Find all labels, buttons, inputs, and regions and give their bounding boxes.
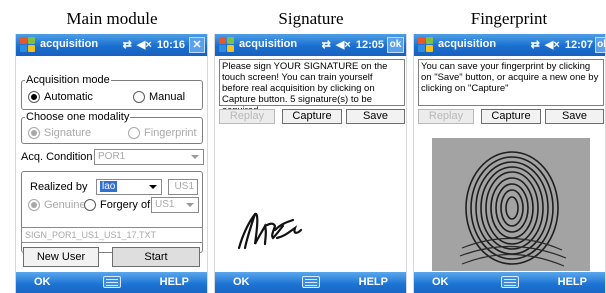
title-bar: acquisition ⇄ ◀× 12:05 ok bbox=[215, 34, 406, 56]
radio-selected-icon bbox=[28, 127, 40, 139]
speaker-icon: ◀× bbox=[544, 39, 560, 51]
title-bar: acquisition ⇄ ◀× 10:16 ✕ bbox=[16, 34, 207, 56]
clock: 12:07 bbox=[564, 39, 593, 51]
fingerprint-ridges bbox=[432, 138, 590, 271]
radio-empty-icon bbox=[128, 127, 140, 139]
help-softkey[interactable]: HELP bbox=[359, 276, 388, 288]
instructions-text: You can save your fingerprint by clickin… bbox=[418, 59, 604, 106]
heading-main-module: Main module bbox=[66, 9, 158, 28]
ok-softkey[interactable]: OK bbox=[233, 276, 250, 288]
soft-key-bar: OK HELP bbox=[16, 272, 207, 293]
keyboard-icon[interactable] bbox=[500, 276, 519, 288]
keyboard-icon[interactable] bbox=[102, 276, 121, 288]
radio-signature-label: Signature bbox=[44, 127, 92, 139]
start-button[interactable]: Start bbox=[112, 247, 200, 267]
radio-forgery[interactable]: Forgery of bbox=[84, 199, 150, 211]
save-button[interactable]: Save bbox=[545, 109, 604, 124]
signal-icon: ⇄ bbox=[530, 39, 540, 51]
radio-selected-icon bbox=[28, 91, 40, 103]
condition-value: POR1 bbox=[98, 151, 126, 162]
radio-empty-icon bbox=[133, 91, 145, 103]
soft-key-bar: OK HELP bbox=[215, 272, 406, 293]
app-title: acquisition bbox=[40, 38, 99, 50]
radio-automatic-label: Automatic bbox=[44, 91, 93, 103]
radio-genuine-label: Genuine bbox=[44, 199, 86, 211]
signature-stroke bbox=[237, 212, 303, 250]
heading-fingerprint: Fingerprint bbox=[470, 9, 548, 28]
realized-by-value: lao bbox=[100, 181, 118, 192]
realized-by-label: Realized by bbox=[30, 181, 88, 193]
ok-softkey[interactable]: OK bbox=[432, 276, 449, 288]
status-area[interactable]: ⇄ ◀× 10:16 bbox=[121, 38, 185, 51]
radio-selected-icon bbox=[28, 199, 40, 211]
heading-signature: Signature bbox=[278, 9, 344, 28]
ok-button[interactable]: ok bbox=[387, 37, 404, 53]
app-title: acquisition bbox=[239, 38, 298, 50]
signature-screen: acquisition ⇄ ◀× 12:05 ok Please sign YO… bbox=[214, 34, 407, 293]
clock: 10:16 bbox=[156, 39, 185, 51]
replay-button[interactable]: Replay bbox=[219, 109, 275, 124]
radio-empty-icon bbox=[84, 199, 96, 211]
forgery-value: US1 bbox=[155, 199, 175, 210]
acquisition-mode-legend: Acquisition mode bbox=[26, 74, 110, 86]
chevron-down-icon bbox=[186, 203, 194, 207]
soft-key-bar: OK HELP bbox=[414, 272, 605, 293]
forgery-select[interactable]: US1 bbox=[151, 197, 199, 213]
main-module-screen: acquisition ⇄ ◀× 10:16 ✕ Acquisition mod… bbox=[15, 34, 208, 293]
help-softkey[interactable]: HELP bbox=[558, 276, 587, 288]
ok-button[interactable]: ok bbox=[595, 37, 605, 53]
replay-button[interactable]: Replay bbox=[418, 109, 474, 124]
chevron-down-icon bbox=[191, 155, 199, 159]
radio-forgery-label: Forgery of bbox=[100, 199, 151, 211]
title-bar: acquisition ⇄ ◀× 12:07 ok bbox=[414, 34, 605, 56]
capture-button[interactable]: Capture bbox=[481, 109, 541, 124]
chevron-down-icon bbox=[149, 185, 157, 189]
filename-field[interactable]: SIGN_POR1_US1_US1_17.TXT bbox=[21, 227, 203, 243]
status-area[interactable]: ⇄ ◀× 12:07 bbox=[529, 38, 593, 51]
condition-select[interactable]: POR1 bbox=[94, 149, 204, 165]
instructions-text: Please sign YOUR SIGNATURE on the touch … bbox=[219, 59, 405, 116]
signal-icon: ⇄ bbox=[122, 39, 132, 51]
keyboard-icon[interactable] bbox=[301, 276, 320, 288]
radio-fingerprint[interactable]: Fingerprint bbox=[128, 127, 197, 139]
signature-canvas[interactable] bbox=[215, 126, 407, 271]
radio-manual-label: Manual bbox=[149, 91, 186, 103]
capture-button[interactable]: Capture bbox=[282, 109, 342, 124]
windows-logo-icon[interactable] bbox=[418, 37, 434, 53]
user-id-field[interactable]: US1 bbox=[168, 179, 198, 195]
realized-by-select[interactable]: lao bbox=[96, 179, 162, 195]
windows-logo-icon[interactable] bbox=[219, 37, 235, 53]
fingerprint-image bbox=[432, 138, 590, 271]
speaker-icon: ◀× bbox=[335, 39, 351, 51]
new-user-button[interactable]: New User bbox=[23, 247, 99, 267]
radio-genuine[interactable]: Genuine bbox=[28, 199, 86, 211]
signal-icon: ⇄ bbox=[321, 39, 331, 51]
close-button[interactable]: ✕ bbox=[189, 37, 205, 53]
clock: 12:05 bbox=[355, 39, 384, 51]
ok-softkey[interactable]: OK bbox=[34, 276, 51, 288]
condition-label: Acq. Condition bbox=[21, 151, 93, 163]
status-area[interactable]: ⇄ ◀× 12:05 bbox=[320, 38, 384, 51]
speaker-icon: ◀× bbox=[136, 39, 152, 51]
fingerprint-screen: acquisition ⇄ ◀× 12:07 ok You can save y… bbox=[413, 34, 606, 293]
app-title: acquisition bbox=[438, 38, 497, 50]
windows-logo-icon[interactable] bbox=[20, 37, 36, 53]
help-softkey[interactable]: HELP bbox=[160, 276, 189, 288]
radio-signature[interactable]: Signature bbox=[28, 127, 91, 139]
modality-legend: Choose one modality bbox=[26, 111, 130, 123]
save-button[interactable]: Save bbox=[346, 109, 405, 124]
radio-fingerprint-label: Fingerprint bbox=[144, 127, 197, 139]
radio-manual[interactable]: Manual bbox=[133, 91, 185, 103]
radio-automatic[interactable]: Automatic bbox=[28, 91, 93, 103]
